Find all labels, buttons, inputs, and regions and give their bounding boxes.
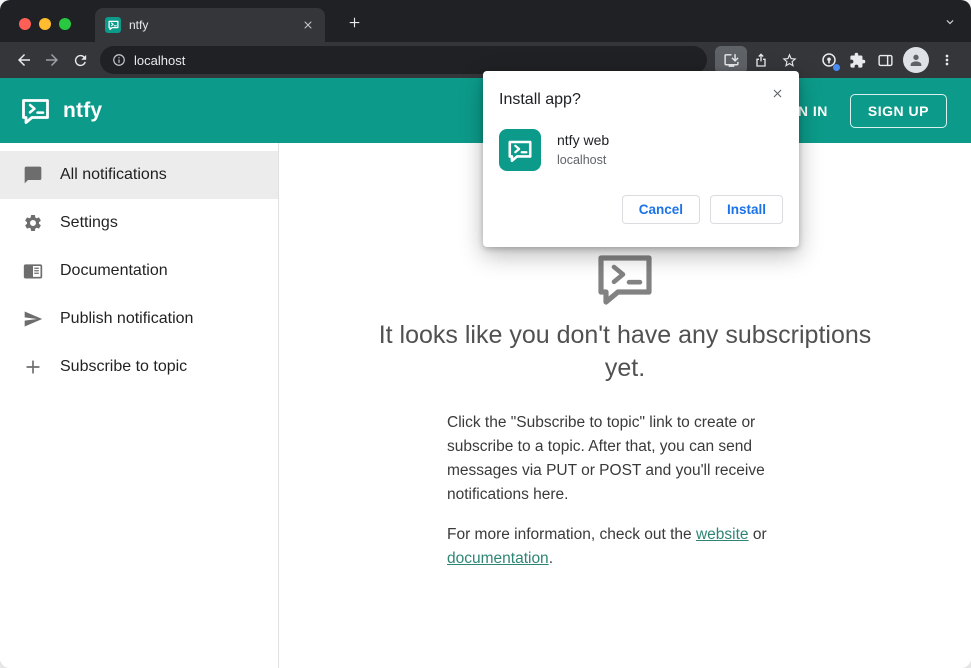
plus-icon <box>21 355 45 379</box>
minimize-window-button[interactable] <box>39 18 51 30</box>
tab-strip: ntfy <box>0 0 971 42</box>
bookmark-star-icon[interactable] <box>775 46 803 74</box>
install-app-dialog: Install app? ntfy web localhost Cancel I… <box>483 71 799 247</box>
close-window-button[interactable] <box>19 18 31 30</box>
forward-icon[interactable] <box>38 46 66 74</box>
address-url: localhost <box>134 52 186 68</box>
install-dialog-app-name: ntfy web <box>557 132 610 148</box>
profile-avatar-icon[interactable] <box>903 47 929 73</box>
send-icon <box>21 307 45 331</box>
sidebar-item-label: All notifications <box>60 166 167 183</box>
ntfy-app-icon <box>499 129 541 171</box>
traffic-lights <box>19 18 71 30</box>
sidebar: All notifications Settings Documentation… <box>0 143 279 668</box>
sidebar-item-subscribe-to-topic[interactable]: Subscribe to topic <box>0 343 278 391</box>
install-app-icon[interactable] <box>715 46 747 74</box>
extensions-puzzle-icon[interactable] <box>843 46 871 74</box>
chat-bubble-icon <box>21 163 45 187</box>
tab-strip-chevron-icon[interactable] <box>941 13 959 31</box>
install-dialog-origin: localhost <box>557 153 607 167</box>
paragraph2-middle: or <box>748 526 767 543</box>
install-dialog-actions: Cancel Install <box>499 195 783 224</box>
install-dialog-title: Install app? <box>499 91 581 108</box>
empty-state-heading: It looks like you don't have any subscri… <box>378 321 872 382</box>
ntfy-logo-icon <box>20 97 51 124</box>
tab-close-icon[interactable] <box>299 16 317 34</box>
website-link[interactable]: website <box>696 526 749 543</box>
back-icon[interactable] <box>10 46 38 74</box>
share-icon[interactable] <box>747 46 775 74</box>
ntfy-favicon <box>105 17 121 33</box>
side-panel-icon[interactable] <box>871 46 899 74</box>
documentation-link[interactable]: documentation <box>447 550 549 567</box>
sidebar-item-documentation[interactable]: Documentation <box>0 247 278 295</box>
sidebar-item-all-notifications[interactable]: All notifications <box>0 151 278 199</box>
address-bar[interactable]: localhost <box>100 46 707 74</box>
book-icon <box>21 259 45 283</box>
sidebar-item-label: Subscribe to topic <box>60 358 188 375</box>
extension-icon[interactable] <box>815 46 843 74</box>
empty-state-paragraph-links: For more information, check out the webs… <box>447 523 803 571</box>
new-tab-icon[interactable] <box>343 11 365 33</box>
close-icon[interactable] <box>766 82 788 104</box>
sidebar-item-publish-notification[interactable]: Publish notification <box>0 295 278 343</box>
install-dialog-app-info: ntfy web localhost <box>557 129 609 167</box>
empty-state-paragraph: Click the "Subscribe to topic" link to c… <box>447 414 765 503</box>
site-info-icon[interactable] <box>112 53 126 67</box>
browser-tab-ntfy[interactable]: ntfy <box>95 8 325 42</box>
paragraph2-prefix: For more information, check out the <box>447 526 696 543</box>
sidebar-item-label: Settings <box>60 214 118 231</box>
sidebar-item-label: Documentation <box>60 262 168 279</box>
cancel-button[interactable]: Cancel <box>621 195 700 224</box>
sidebar-item-settings[interactable]: Settings <box>0 199 278 247</box>
app-title: ntfy <box>63 98 103 122</box>
sidebar-item-label: Publish notification <box>60 310 194 327</box>
zoom-window-button[interactable] <box>59 18 71 30</box>
gear-icon <box>21 211 45 235</box>
extension-badge <box>833 64 840 71</box>
install-button[interactable]: Install <box>709 195 783 224</box>
install-dialog-app-row: ntfy web localhost <box>499 129 783 171</box>
tab-title: ntfy <box>129 18 149 32</box>
ntfy-empty-state-icon <box>594 251 656 305</box>
sign-up-button[interactable]: SIGN UP <box>849 93 947 128</box>
reload-icon[interactable] <box>66 46 94 74</box>
browser-window: ntfy localhost ntfy SIGN IN SIGN UP All … <box>0 0 971 668</box>
paragraph2-suffix: . <box>548 550 553 567</box>
menu-kebab-icon[interactable] <box>933 46 961 74</box>
